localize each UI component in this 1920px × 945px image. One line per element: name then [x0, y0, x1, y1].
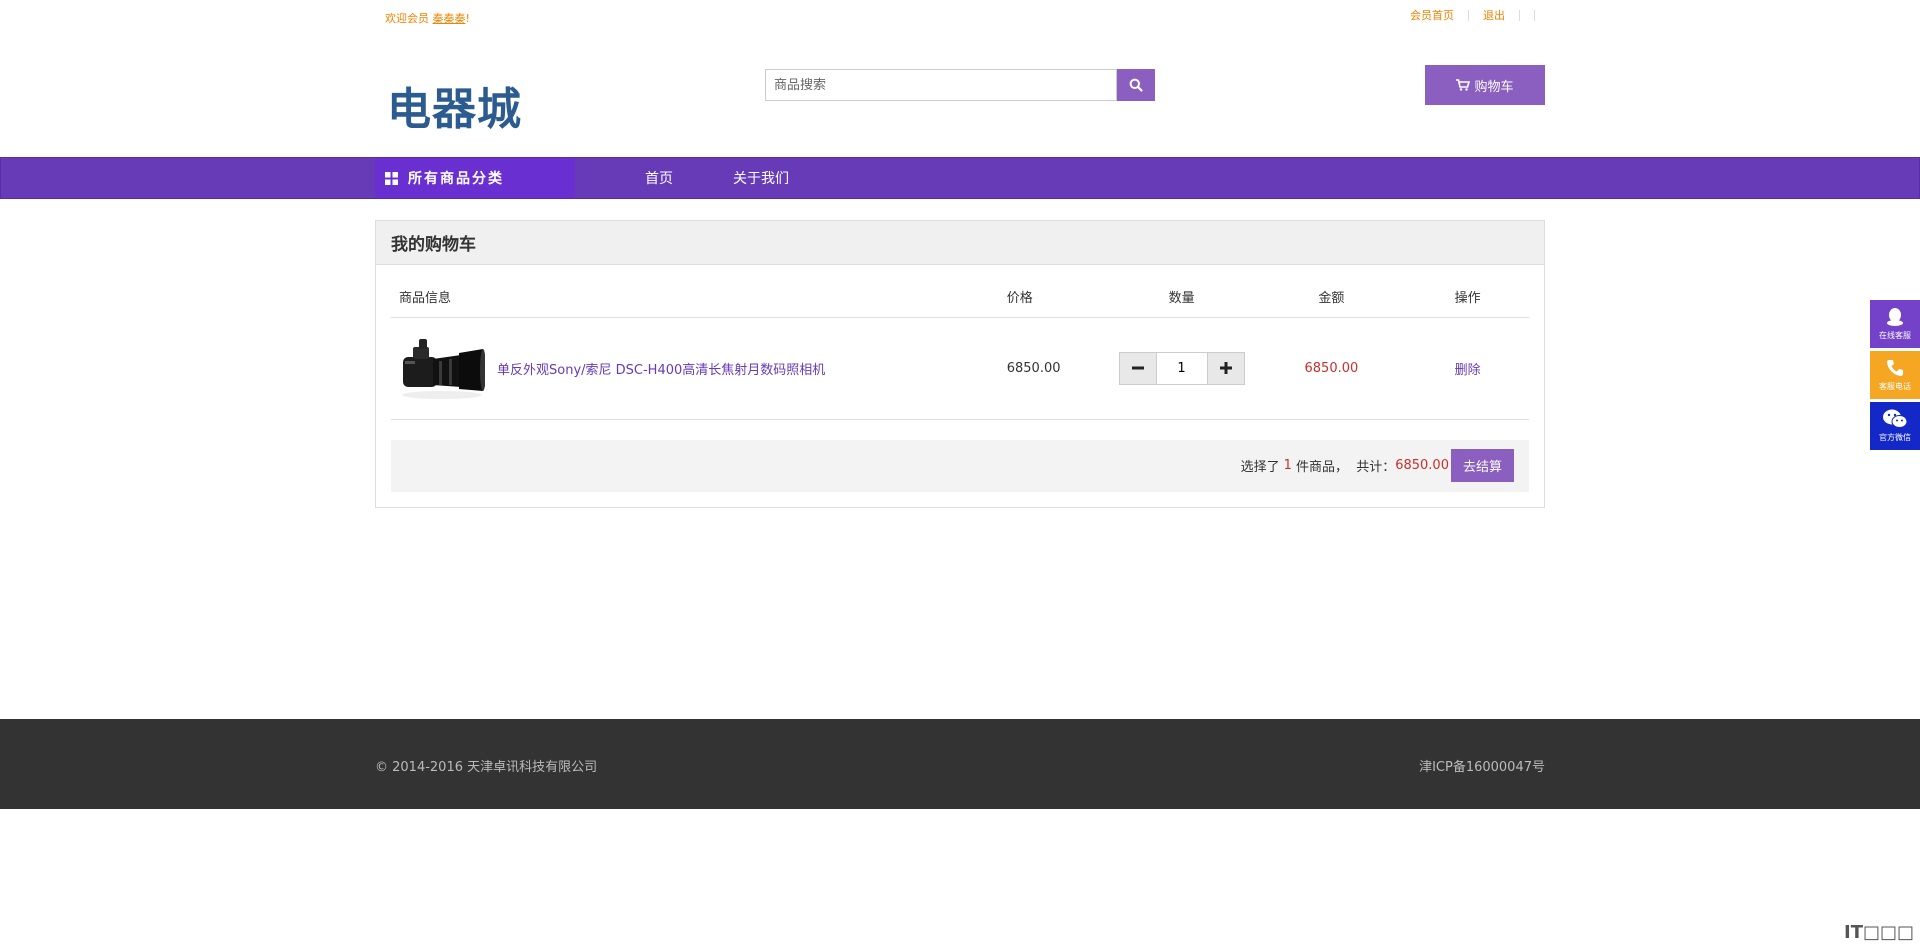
cart-table-header: 商品信息 价格 数量 金额 操作 — [391, 277, 1529, 318]
decrease-qty-button[interactable] — [1119, 352, 1156, 384]
summary-prefix: 选择了 — [1240, 460, 1280, 475]
quantity-stepper — [1118, 351, 1245, 385]
cart-title: 我的购物车 — [376, 221, 1544, 265]
icp-number[interactable]: 津ICP备16000047号 — [1419, 756, 1545, 775]
checkout-button[interactable]: 去结算 — [1450, 449, 1514, 482]
top-bar: 欢迎会员 秦秦秦! 会员首页 退出 — [0, 0, 1920, 30]
all-categories-button[interactable]: 所有商品分类 — [375, 158, 575, 198]
cart-total: 6850.00 — [1395, 458, 1449, 473]
top-links: 会员首页 退出 — [1396, 10, 1535, 21]
service-phone-button[interactable]: 客服电话 — [1870, 351, 1920, 399]
col-header-action: 操作 — [1406, 277, 1529, 318]
delete-link[interactable]: 删除 — [1455, 363, 1481, 378]
col-header-amount: 金额 — [1256, 277, 1407, 318]
quantity-cell — [1106, 317, 1257, 420]
all-categories-label: 所有商品分类 — [408, 171, 504, 187]
search-input[interactable] — [765, 69, 1117, 101]
col-header-price: 价格 — [1006, 277, 1107, 318]
grid-icon — [385, 171, 398, 185]
site-logo[interactable]: 电器城 — [387, 73, 522, 137]
cart-summary: 选择了 1 件商品， 共计： 6850.00 去结算 — [391, 439, 1529, 492]
qq-penguin-icon — [1887, 308, 1903, 326]
header: 电器城 购物车 — [0, 30, 1920, 157]
copyright-text: © 2014-2016 天津卓讯科技有限公司 — [375, 760, 598, 775]
shopping-cart-icon — [1456, 79, 1471, 91]
wechat-label: 官方微信 — [1879, 433, 1911, 442]
col-header-qty: 数量 — [1106, 277, 1257, 318]
search-button[interactable] — [1117, 69, 1155, 101]
quantity-input[interactable] — [1155, 352, 1208, 384]
plus-icon — [1219, 362, 1232, 374]
watermark: IT□□□ — [1844, 922, 1914, 943]
welcome-suffix: ! — [465, 12, 470, 25]
top-link-divider — [1520, 10, 1535, 21]
welcome-text: 欢迎会员 秦秦秦! — [385, 10, 470, 26]
line-amount: 6850.00 — [1256, 317, 1407, 420]
increase-qty-button[interactable] — [1207, 352, 1244, 384]
minus-icon — [1131, 366, 1144, 370]
action-cell: 删除 — [1406, 317, 1529, 420]
nav-home-link[interactable]: 首页 — [645, 168, 673, 188]
selected-count: 1 — [1283, 458, 1292, 473]
product-name-link[interactable]: 单反外观Sony/索尼 DSC-H400高清长焦射月数码照相机 — [497, 359, 825, 378]
product-image[interactable] — [399, 333, 486, 403]
product-price: 6850.00 — [1006, 317, 1107, 420]
footer: © 2014-2016 天津卓讯科技有限公司 津ICP备16000047号 — [0, 719, 1920, 809]
col-header-info: 商品信息 — [391, 277, 1007, 318]
wechat-icon — [1883, 409, 1908, 428]
camera-icon — [402, 339, 486, 399]
cart-row: 单反外观Sony/索尼 DSC-H400高清长焦射月数码照相机 6850.00 — [391, 317, 1529, 420]
service-phone-label: 客服电话 — [1879, 382, 1911, 391]
search-icon — [1129, 78, 1143, 92]
main-nav: 所有商品分类 首页 关于我们 — [0, 157, 1920, 199]
search-box — [765, 69, 1155, 101]
summary-suffix: 件商品， 共计： — [1295, 460, 1396, 475]
cart-button[interactable]: 购物车 — [1425, 65, 1545, 105]
cart-table: 商品信息 价格 数量 金额 操作 单反外观Sony/索尼 DSC-H400高清长… — [391, 277, 1529, 420]
cart-button-label: 购物车 — [1474, 79, 1514, 95]
welcome-prefix: 欢迎会员 — [385, 12, 429, 25]
member-home-link[interactable]: 会员首页 — [1396, 10, 1469, 21]
product-info-cell: 单反外观Sony/索尼 DSC-H400高清长焦射月数码照相机 — [391, 317, 1007, 420]
username-link[interactable]: 秦秦秦 — [433, 12, 466, 25]
nav-about-link[interactable]: 关于我们 — [733, 168, 789, 188]
cart-panel: 我的购物车 商品信息 价格 数量 金额 操作 单反外观Sony/索尼 DSC-H… — [375, 220, 1545, 508]
online-service-label: 在线客服 — [1879, 331, 1911, 340]
phone-icon — [1887, 360, 1903, 376]
side-float-bar: 在线客服 客服电话 官方微信 — [1870, 300, 1920, 453]
online-service-button[interactable]: 在线客服 — [1870, 300, 1920, 348]
logout-link[interactable]: 退出 — [1469, 10, 1520, 21]
wechat-button[interactable]: 官方微信 — [1870, 402, 1920, 450]
